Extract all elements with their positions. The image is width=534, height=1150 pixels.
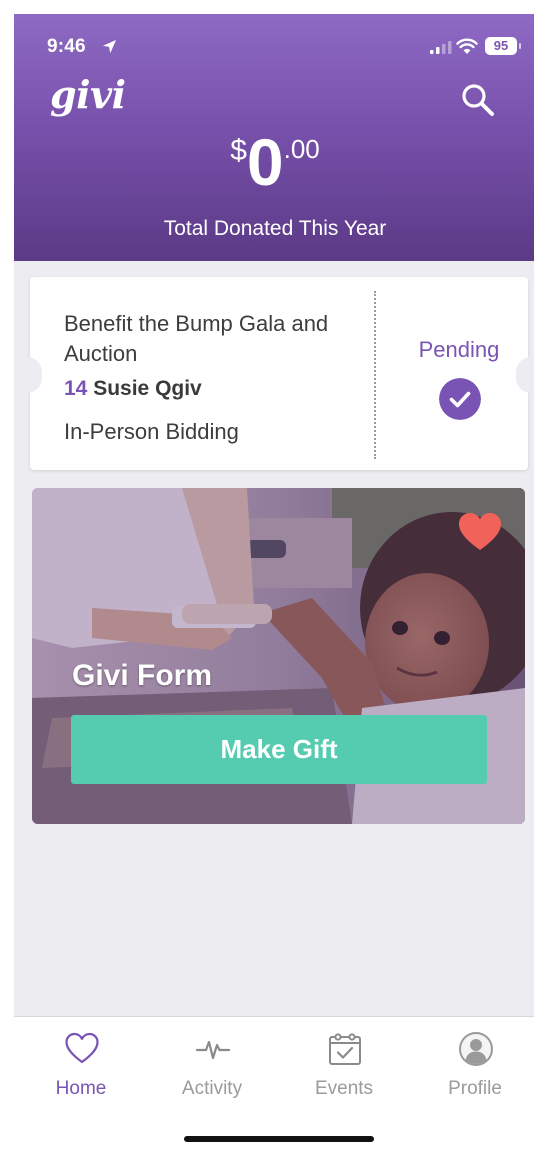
bidder-info: 14 Susie Qgiv (64, 377, 202, 401)
tab-label-events: Events (314, 1078, 374, 1099)
check-circle-icon (439, 378, 481, 420)
tab-bar: Home Activity Events Profile (14, 1016, 534, 1150)
user-circle-icon (459, 1032, 493, 1066)
bidder-number: 14 (64, 377, 88, 400)
form-title: Givi Form (72, 659, 213, 692)
total-donated-label: Total Donated This Year (163, 217, 387, 240)
amount-whole: 0 (246, 125, 284, 199)
make-gift-button[interactable]: Make Gift (71, 715, 487, 784)
signal-icon (430, 41, 452, 54)
search-icon[interactable] (460, 82, 496, 118)
pulse-icon (195, 1040, 231, 1060)
heart-outline-icon (65, 1032, 99, 1064)
wifi-icon (456, 38, 478, 54)
donation-total-amount: $0.00 (14, 126, 534, 206)
ticket-notch-left (14, 357, 42, 393)
tab-label-home: Home (55, 1078, 107, 1099)
header: 9:46 95 givi $0.00 Total Donated This Ye… (14, 14, 534, 261)
status-badge: Pending (418, 337, 500, 362)
calendar-check-icon (329, 1033, 361, 1065)
givi-form-card[interactable]: Givi Form Make Gift (32, 488, 525, 824)
app-screen: 9:46 95 givi $0.00 Total Donated This Ye… (14, 14, 534, 1150)
tab-label-activity: Activity (181, 1078, 243, 1099)
tab-home[interactable]: Home (16, 1017, 146, 1117)
battery-indicator: 95 (485, 37, 521, 55)
tab-events[interactable]: Events (279, 1017, 409, 1117)
event-title: Benefit the Bump Gala and Auction (64, 311, 329, 366)
status-time: 9:46 (47, 36, 86, 57)
amount-cents: .00 (283, 134, 320, 164)
tab-profile[interactable]: Profile (410, 1017, 534, 1117)
givi-logo: givi (50, 72, 126, 117)
tab-activity[interactable]: Activity (147, 1017, 277, 1117)
location-arrow-icon (102, 39, 117, 54)
amount-currency: $ (230, 134, 247, 167)
bidder-name: Susie Qgiv (93, 377, 202, 400)
home-indicator (184, 1136, 374, 1142)
event-ticket-card[interactable]: Benefit the Bump Gala and Auction 14 Sus… (14, 277, 534, 470)
tab-label-profile: Profile (448, 1078, 502, 1099)
ticket-divider (374, 291, 376, 459)
heart-favorite-icon[interactable] (458, 512, 502, 552)
bidding-mode: In-Person Bidding (64, 419, 239, 444)
